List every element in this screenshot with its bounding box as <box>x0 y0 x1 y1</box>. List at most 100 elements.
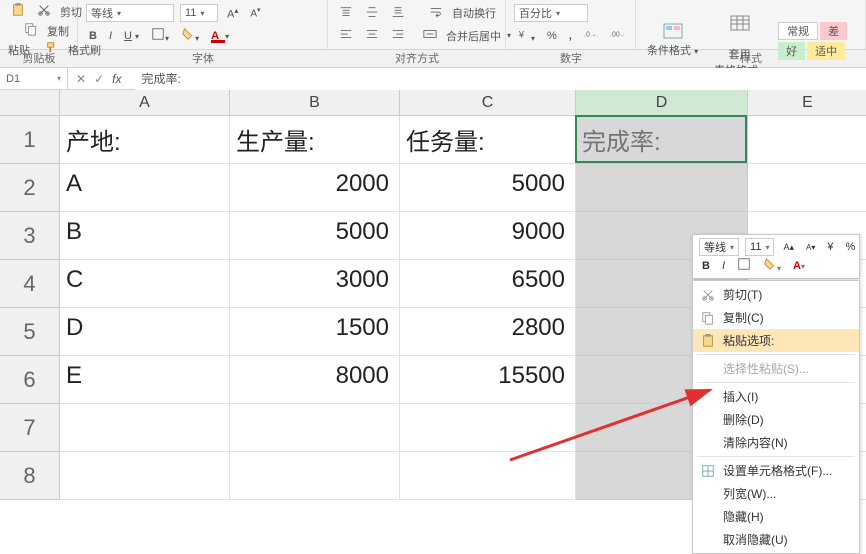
column-header-B[interactable]: B <box>230 90 400 116</box>
ctx-cut[interactable]: 剪切(T) <box>693 283 859 306</box>
cell-C4[interactable]: 6500 <box>400 260 576 308</box>
mini-font-color-icon[interactable]: A▾ <box>790 259 808 273</box>
mini-decrease-font-icon[interactable]: A▾ <box>803 242 818 253</box>
ctx-col-width[interactable]: 列宽(W)... <box>693 482 859 505</box>
style-normal[interactable]: 常规 <box>778 22 818 40</box>
cell-C3[interactable]: 9000 <box>400 212 576 260</box>
style-bad[interactable]: 差 <box>820 22 847 40</box>
ribbon-group-labels: 剪贴板 字体 对齐方式 数字 样式 <box>0 50 866 68</box>
number-format-value: 百分比 <box>519 5 552 21</box>
row-header-2[interactable]: 2 <box>0 164 60 212</box>
cell-A6[interactable]: E <box>60 356 230 404</box>
cell-B2[interactable]: 2000 <box>230 164 400 212</box>
cell-A3[interactable]: B <box>60 212 230 260</box>
cell-C8[interactable] <box>400 452 576 500</box>
ctx-hide[interactable]: 隐藏(H) <box>693 505 859 528</box>
cell-B3[interactable]: 5000 <box>230 212 400 260</box>
accounting-format-icon[interactable]: ¥▾ <box>514 26 538 45</box>
ctx-copy[interactable]: 复制(C) <box>693 306 859 329</box>
mini-font-name[interactable]: 等线▾ <box>699 238 739 256</box>
ctx-delete[interactable]: 删除(D) <box>693 408 859 431</box>
cell-B7[interactable] <box>230 404 400 452</box>
border-button[interactable]: ▾ <box>148 26 172 45</box>
fill-color-button[interactable]: ▾ <box>178 26 202 45</box>
row-header-1[interactable]: 1 <box>0 116 60 164</box>
mini-border-icon[interactable] <box>734 256 754 275</box>
ctx-paste-options[interactable]: 粘贴选项: <box>693 329 859 352</box>
align-middle-icon[interactable] <box>362 4 382 23</box>
number-format-combo[interactable]: 百分比▾ <box>514 4 588 22</box>
column-header-C[interactable]: C <box>400 90 576 116</box>
column-header-E[interactable]: E <box>748 90 866 116</box>
merge-center-button[interactable] <box>420 26 440 45</box>
ctx-insert[interactable]: 插入(I) <box>693 385 859 408</box>
bold-button[interactable]: B <box>86 29 100 43</box>
mini-percent-icon[interactable]: % <box>842 240 858 254</box>
fbar-cancel-icon[interactable]: ✕ <box>76 72 86 86</box>
cell-B5[interactable]: 1500 <box>230 308 400 356</box>
group-label-alignment: 对齐方式 <box>328 50 506 67</box>
font-name-combo[interactable]: 等线▾ <box>86 4 174 22</box>
row-header-3[interactable]: 3 <box>0 212 60 260</box>
comma-format-icon[interactable]: , <box>566 29 575 43</box>
cell-A8[interactable] <box>60 452 230 500</box>
mini-bold-button[interactable]: B <box>699 259 713 273</box>
cell-B6[interactable]: 8000 <box>230 356 400 404</box>
increase-decimal-icon[interactable]: .0→.00 <box>581 26 601 45</box>
ctx-clear[interactable]: 清除内容(N) <box>693 431 859 454</box>
cut-button[interactable] <box>34 2 54 21</box>
font-color-button[interactable]: A▾ <box>208 29 232 43</box>
row-header-8[interactable]: 8 <box>0 452 60 500</box>
row-header-5[interactable]: 5 <box>0 308 60 356</box>
cell-B8[interactable] <box>230 452 400 500</box>
underline-button[interactable]: U ▾ <box>121 29 142 43</box>
cell-C6[interactable]: 15500 <box>400 356 576 404</box>
cell-B1[interactable]: 生产量: <box>230 116 400 164</box>
ctx-separator <box>697 382 855 383</box>
percent-format-icon[interactable]: % <box>544 29 560 43</box>
cell-C2[interactable]: 5000 <box>400 164 576 212</box>
cell-A1[interactable]: 产地: <box>60 116 230 164</box>
ctx-unhide[interactable]: 取消隐藏(U) <box>693 528 859 551</box>
mini-italic-button[interactable]: I <box>719 259 728 273</box>
cell-A2[interactable]: A <box>60 164 230 212</box>
increase-font-icon[interactable]: A▴ <box>224 5 241 22</box>
cell-E1[interactable] <box>748 116 866 164</box>
ctx-format-cells[interactable]: 设置单元格格式(F)... <box>693 459 859 482</box>
cell-A5[interactable]: D <box>60 308 230 356</box>
row-header-6[interactable]: 6 <box>0 356 60 404</box>
cell-A4[interactable]: C <box>60 260 230 308</box>
align-left-icon[interactable] <box>336 26 356 45</box>
mini-accounting-icon[interactable]: ¥ <box>824 240 836 254</box>
decrease-font-icon[interactable]: A▾ <box>247 5 263 20</box>
fbar-accept-icon[interactable]: ✓ <box>94 72 104 86</box>
name-box[interactable]: D1 ▾ <box>0 68 68 90</box>
italic-button[interactable]: I <box>106 29 115 43</box>
paste-button[interactable] <box>8 2 28 21</box>
column-header-A[interactable]: A <box>60 90 230 116</box>
font-size-combo[interactable]: 11▾ <box>180 4 218 22</box>
ribbon-group-number: 百分比▾ ¥▾ % , .0→.00 .00→.0 <box>506 0 636 49</box>
wrap-text-button[interactable] <box>426 4 446 23</box>
cell-C7[interactable] <box>400 404 576 452</box>
formula-input[interactable] <box>135 68 866 90</box>
column-header-D[interactable]: D <box>576 90 748 116</box>
copy-button[interactable] <box>21 21 41 40</box>
cell-C5[interactable]: 2800 <box>400 308 576 356</box>
align-right-icon[interactable] <box>388 26 408 45</box>
mini-font-size[interactable]: 11▾ <box>745 238 774 256</box>
row-header-7[interactable]: 7 <box>0 404 60 452</box>
cell-C1[interactable]: 任务量: <box>400 116 576 164</box>
mini-fill-color-icon[interactable]: ▾ <box>760 256 784 275</box>
cell-A7[interactable] <box>60 404 230 452</box>
align-top-icon[interactable] <box>336 4 356 23</box>
row-header-4[interactable]: 4 <box>0 260 60 308</box>
align-center-icon[interactable] <box>362 26 382 45</box>
cell-B4[interactable]: 3000 <box>230 260 400 308</box>
fx-icon[interactable]: fx <box>112 72 127 86</box>
cell-E2[interactable] <box>748 164 866 212</box>
mini-increase-font-icon[interactable]: A▴ <box>780 241 797 254</box>
decrease-decimal-icon[interactable]: .00→.0 <box>607 26 627 45</box>
select-all-corner[interactable] <box>0 90 60 116</box>
align-bottom-icon[interactable] <box>388 4 408 23</box>
